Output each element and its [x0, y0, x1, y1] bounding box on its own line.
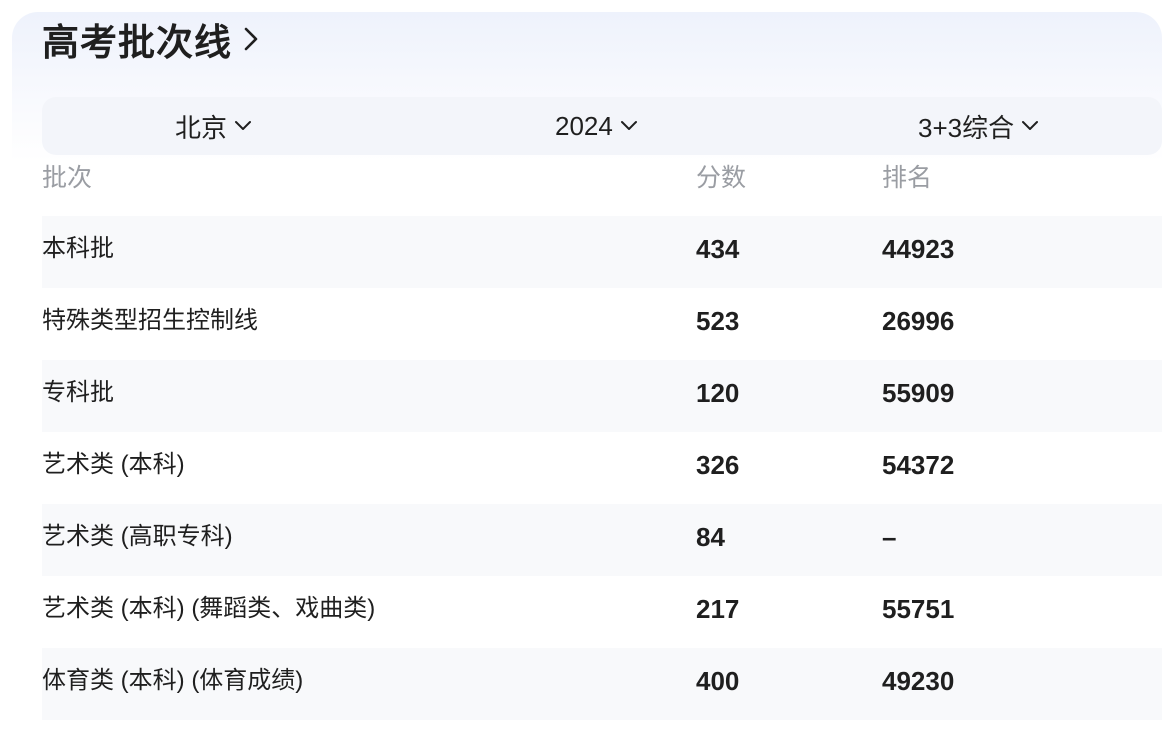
table-row[interactable]: 本科批 434 44923 — [42, 216, 1162, 288]
batch-table: 本科批 434 44923 特殊类型招生控制线 523 26996 专科批 12… — [42, 216, 1162, 720]
subject-dropdown[interactable]: 3+3综合 — [918, 97, 1040, 155]
table-row[interactable]: 艺术类 (本科) (舞蹈类、戏曲类) 217 55751 — [42, 576, 1162, 648]
rank-value: 49230 — [882, 666, 955, 696]
chevron-down-icon — [620, 121, 637, 130]
rank-value: 54372 — [882, 450, 955, 480]
rank-value: 55909 — [882, 378, 955, 408]
rank-value: 55751 — [882, 594, 955, 624]
column-header-score: 分数 — [696, 164, 747, 192]
column-header-batch: 批次 — [42, 164, 93, 192]
rank-value: – — [882, 522, 897, 552]
score-value: 217 — [696, 594, 740, 624]
score-value: 523 — [696, 306, 740, 336]
score-value: 120 — [696, 378, 740, 408]
column-header-rank: 排名 — [882, 164, 933, 192]
page-title: 高考批次线 — [42, 22, 232, 63]
chevron-down-icon — [235, 121, 252, 130]
batch-name: 艺术类 (本科) (舞蹈类、戏曲类) — [42, 595, 376, 622]
score-value: 400 — [696, 666, 740, 696]
chevron-down-icon — [1022, 121, 1039, 130]
score-value: 84 — [696, 522, 725, 552]
table-row[interactable]: 专科批 120 55909 — [42, 360, 1162, 432]
filter-bar: 北京 2024 3+3综合 — [42, 97, 1162, 155]
table-row[interactable]: 艺术类 (高职专科) 84 – — [42, 504, 1162, 576]
batch-name: 特殊类型招生控制线 — [42, 307, 258, 334]
table-row[interactable]: 艺术类 (本科) 326 54372 — [42, 432, 1162, 504]
batch-name: 体育类 (本科) (体育成绩) — [42, 667, 304, 694]
subject-label: 3+3综合 — [918, 112, 1015, 143]
rank-value: 44923 — [882, 234, 955, 264]
score-value: 326 — [696, 450, 740, 480]
table-row[interactable]: 特殊类型招生控制线 523 26996 — [42, 288, 1162, 360]
score-value: 434 — [696, 234, 740, 264]
table-row[interactable]: 体育类 (本科) (体育成绩) 400 49230 — [42, 648, 1162, 720]
year-label: 2024 — [555, 110, 613, 141]
batch-name: 专科批 — [42, 379, 114, 406]
chevron-right-icon — [244, 27, 258, 51]
batch-name: 艺术类 (高职专科) — [42, 523, 233, 550]
year-dropdown[interactable]: 2024 — [555, 97, 639, 155]
batch-name: 艺术类 (本科) — [42, 451, 185, 478]
province-label: 北京 — [175, 112, 228, 143]
province-dropdown[interactable]: 北京 — [175, 97, 253, 155]
title-link[interactable]: 高考批次线 — [42, 14, 262, 64]
rank-value: 26996 — [882, 306, 955, 336]
batch-name: 本科批 — [42, 235, 114, 262]
